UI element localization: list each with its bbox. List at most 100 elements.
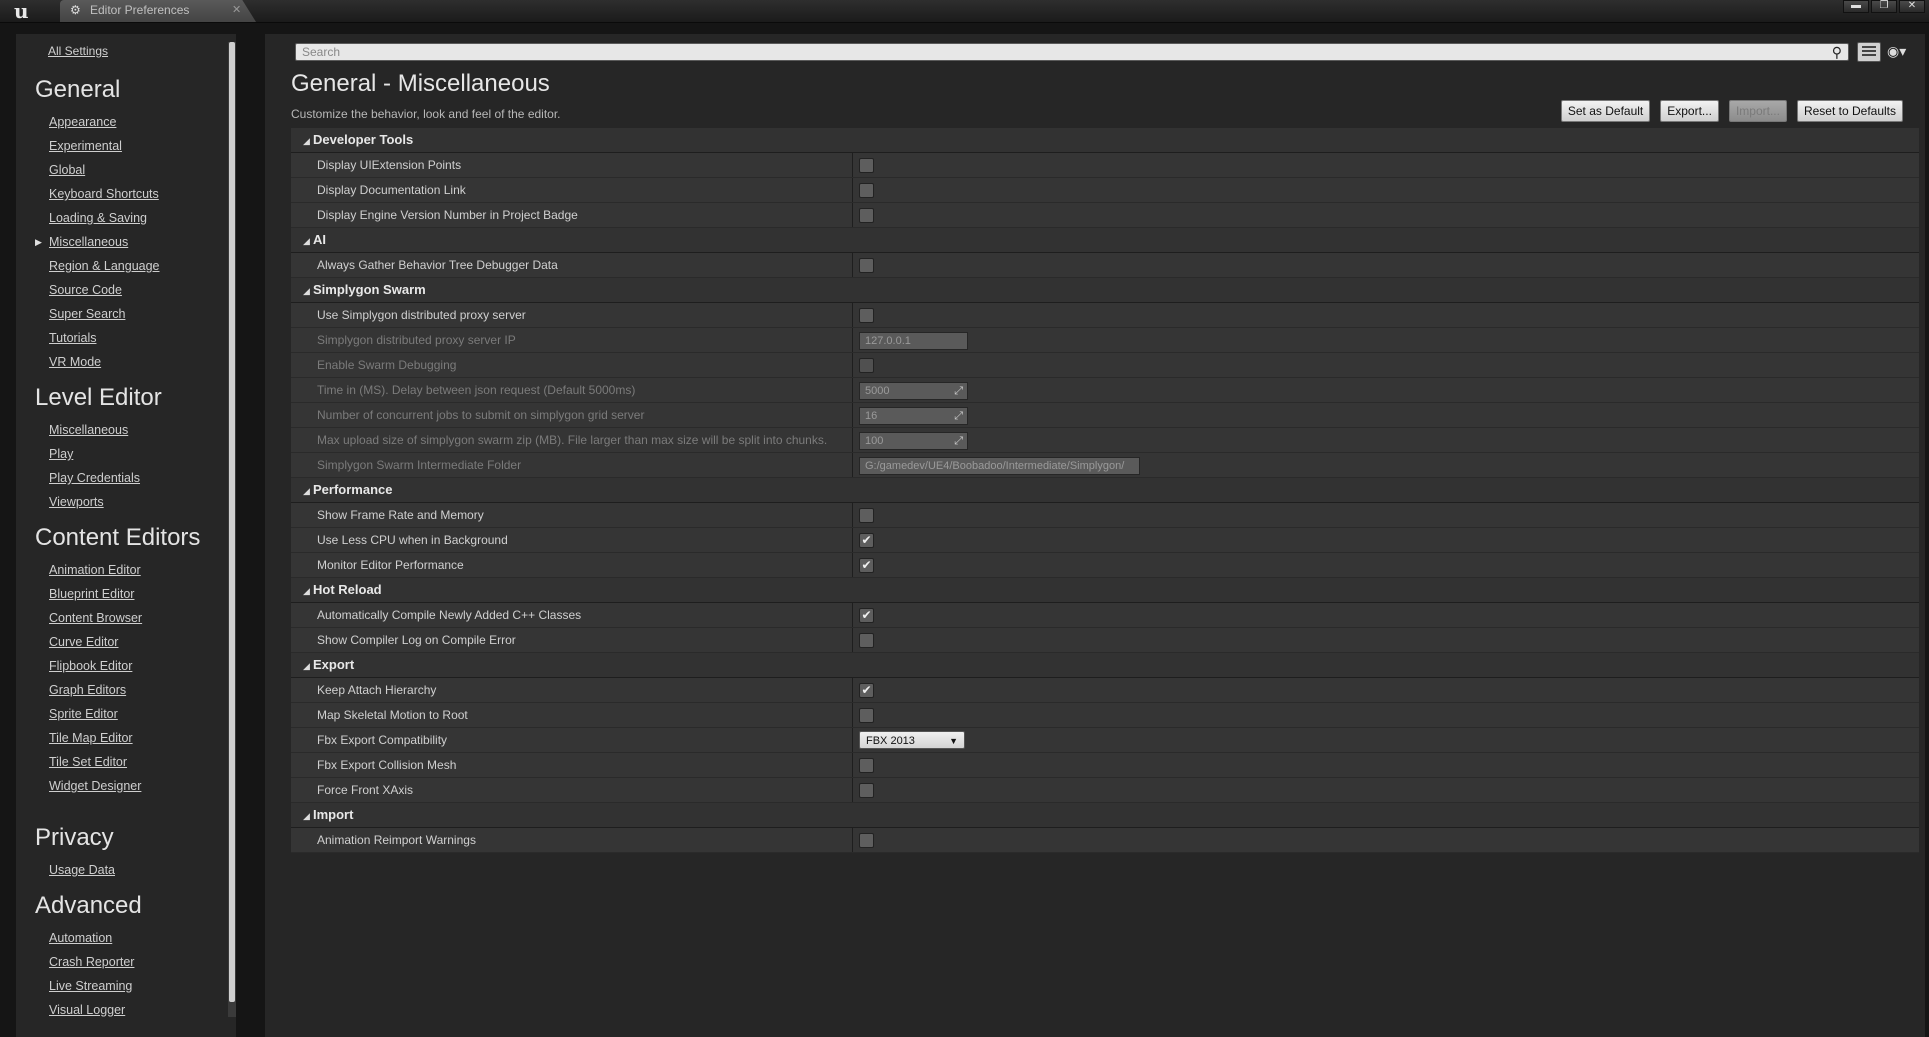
nav-item-loading-saving[interactable]: Loading & Saving (35, 206, 160, 230)
nav-item-visual-logger[interactable]: Visual Logger (35, 998, 142, 1022)
nav-item-super-search[interactable]: Super Search (35, 302, 160, 326)
checkbox-auto-compile-cpp[interactable]: ✔ (859, 608, 874, 623)
nav-item-animation-editor[interactable]: Animation Editor (35, 558, 200, 582)
column-splitter[interactable] (852, 528, 853, 552)
close-tab-icon[interactable]: ✕ (232, 3, 241, 16)
nav-item-region-language[interactable]: Region & Language (35, 254, 160, 278)
time-ms-numeric-field[interactable]: 5000 ⤢ (859, 382, 968, 400)
column-splitter[interactable] (852, 603, 853, 627)
nav-item-tile-set-editor[interactable]: Tile Set Editor (35, 750, 200, 774)
visibility-eye-icon[interactable]: ◉▾ (1887, 42, 1921, 60)
section-performance[interactable]: ◢ Performance (291, 478, 1919, 503)
column-splitter[interactable] (852, 328, 853, 352)
fbx-compatibility-dropdown[interactable]: FBX 2013 ▼ (859, 731, 965, 749)
checkbox-monitor-editor-performance[interactable]: ✔ (859, 558, 874, 573)
search-icon[interactable]: ⚲ (1832, 44, 1842, 60)
nav-item-widget-designer[interactable]: Widget Designer (35, 774, 200, 798)
section-export[interactable]: ◢ Export (291, 653, 1919, 678)
checkbox-show-frame-rate-memory[interactable] (859, 508, 874, 523)
nav-item-crash-reporter[interactable]: Crash Reporter (35, 950, 142, 974)
column-splitter[interactable] (852, 353, 853, 377)
sidebar-scrollbar[interactable] (229, 42, 235, 1002)
column-splitter[interactable] (852, 778, 853, 802)
proxy-ip-field[interactable]: 127.0.0.1 (859, 332, 968, 350)
column-splitter[interactable] (852, 628, 853, 652)
nav-item-source-code[interactable]: Source Code (35, 278, 160, 302)
nav-item-level-miscellaneous[interactable]: Miscellaneous (35, 418, 162, 442)
nav-item-play-credentials[interactable]: Play Credentials (35, 466, 162, 490)
column-splitter[interactable] (852, 428, 853, 452)
checkbox-display-engine-version[interactable] (859, 208, 874, 223)
column-splitter[interactable] (852, 303, 853, 327)
nav-item-flipbook-editor[interactable]: Flipbook Editor (35, 654, 200, 678)
export-button[interactable]: Export... (1660, 100, 1719, 122)
section-developer-tools[interactable]: ◢ Developer Tools (291, 128, 1919, 153)
checkbox-display-documentation-link[interactable] (859, 183, 874, 198)
nav-item-automation[interactable]: Automation (35, 926, 142, 950)
column-splitter[interactable] (852, 378, 853, 402)
spin-arrows-icon[interactable]: ⤢ (954, 383, 963, 399)
column-splitter[interactable] (852, 403, 853, 427)
column-splitter[interactable] (852, 453, 853, 477)
column-splitter[interactable] (852, 503, 853, 527)
checkbox-display-ui-extension-points[interactable] (859, 158, 874, 173)
section-hot-reload[interactable]: ◢ Hot Reload (291, 578, 1919, 603)
spin-arrows-icon[interactable]: ⤢ (954, 408, 963, 424)
view-options-button[interactable] (1857, 42, 1881, 62)
reset-to-defaults-button[interactable]: Reset to Defaults (1796, 100, 1903, 122)
tab-editor-preferences[interactable]: ⚙ Editor Preferences ✕ (60, 0, 256, 22)
import-button[interactable]: Import... (1728, 100, 1787, 122)
column-splitter[interactable] (852, 728, 853, 752)
checkbox-map-skeletal-motion[interactable] (859, 708, 874, 723)
nav-item-appearance[interactable]: Appearance (35, 110, 160, 134)
nav-item-tutorials[interactable]: Tutorials (35, 326, 160, 350)
concurrent-jobs-numeric-field[interactable]: 16 ⤢ (859, 407, 968, 425)
checkbox-show-compiler-log[interactable] (859, 633, 874, 648)
maximize-button[interactable]: ❐ (1871, 0, 1897, 13)
section-import[interactable]: ◢ Import (291, 803, 1919, 828)
nav-item-global[interactable]: Global (35, 158, 160, 182)
section-ai[interactable]: ◢ AI (291, 228, 1919, 253)
nav-item-blueprint-editor[interactable]: Blueprint Editor (35, 582, 200, 606)
column-splitter[interactable] (852, 753, 853, 777)
nav-item-graph-editors[interactable]: Graph Editors (35, 678, 200, 702)
nav-item-vr-mode[interactable]: VR Mode (35, 350, 160, 374)
nav-item-sprite-editor[interactable]: Sprite Editor (35, 702, 200, 726)
column-splitter[interactable] (852, 253, 853, 277)
column-splitter[interactable] (852, 678, 853, 702)
nav-item-miscellaneous-selected[interactable]: ▶ Miscellaneous (35, 230, 160, 254)
nav-item-live-streaming[interactable]: Live Streaming (35, 974, 142, 998)
nav-item-experimental[interactable]: Experimental (35, 134, 160, 158)
minimize-button[interactable]: ▬ (1843, 0, 1869, 13)
intermediate-folder-path-field[interactable]: G:/gamedev/UE4/Boobadoo/Intermediate/Sim… (859, 457, 1140, 475)
checkbox-fbx-collision-mesh[interactable] (859, 758, 874, 773)
checkbox-animation-reimport-warnings[interactable] (859, 833, 874, 848)
nav-item-keyboard-shortcuts[interactable]: Keyboard Shortcuts (35, 182, 160, 206)
checkbox-force-front-xaxis[interactable] (859, 783, 874, 798)
column-splitter[interactable] (852, 553, 853, 577)
max-upload-numeric-field[interactable]: 100 ⤢ (859, 432, 968, 450)
nav-item-tile-map-editor[interactable]: Tile Map Editor (35, 726, 200, 750)
search-input[interactable] (296, 44, 1808, 60)
column-splitter[interactable] (852, 203, 853, 227)
column-splitter[interactable] (852, 153, 853, 177)
section-simplygon-swarm[interactable]: ◢ Simplygon Swarm (291, 278, 1919, 303)
nav-item-content-browser[interactable]: Content Browser (35, 606, 200, 630)
column-splitter[interactable] (852, 703, 853, 727)
column-splitter[interactable] (852, 178, 853, 202)
nav-item-play[interactable]: Play (35, 442, 162, 466)
nav-item-curve-editor[interactable]: Curve Editor (35, 630, 200, 654)
spin-arrows-icon[interactable]: ⤢ (954, 433, 963, 449)
set-as-default-button[interactable]: Set as Default (1560, 100, 1651, 122)
checkbox-keep-attach-hierarchy[interactable]: ✔ (859, 683, 874, 698)
prop-row: Use Less CPU when in Background ✔ (291, 528, 1919, 553)
column-splitter[interactable] (852, 828, 853, 852)
close-window-button[interactable]: ✕ (1899, 0, 1925, 13)
checkbox-use-less-cpu[interactable]: ✔ (859, 533, 874, 548)
nav-item-viewports[interactable]: Viewports (35, 490, 162, 514)
checkbox-enable-swarm-debugging[interactable] (859, 358, 874, 373)
nav-all-settings[interactable]: All Settings (48, 44, 108, 58)
checkbox-use-simplygon-proxy[interactable] (859, 308, 874, 323)
checkbox-always-gather-bt-debugger[interactable] (859, 258, 874, 273)
nav-item-usage-data[interactable]: Usage Data (35, 858, 115, 882)
